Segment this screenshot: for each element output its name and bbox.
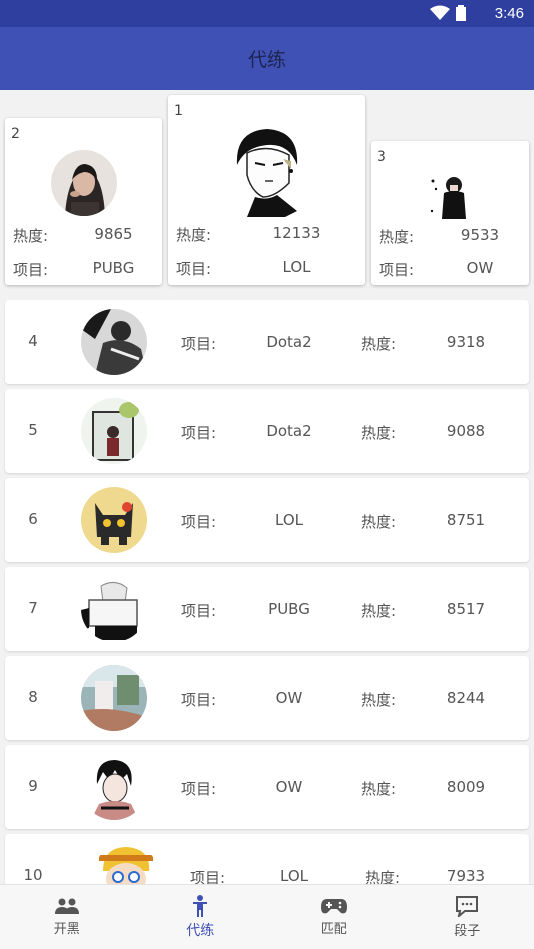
chat-icon bbox=[456, 896, 479, 917]
heat-label: 热度: bbox=[361, 691, 397, 709]
list-item[interactable]: 8 项目: OW 热度: 8244 bbox=[5, 656, 529, 740]
game-row: 项目: LOL bbox=[176, 258, 357, 279]
heat-label: 热度: bbox=[361, 780, 397, 798]
heat-label: 热度: bbox=[361, 335, 397, 353]
game-label: 项目: bbox=[181, 691, 217, 709]
avatar bbox=[81, 576, 147, 642]
heat-value: 8244 bbox=[446, 689, 486, 707]
podium-rank: 1 bbox=[174, 103, 183, 119]
game-label: 项目: bbox=[181, 513, 217, 531]
page-title: 代练 bbox=[247, 49, 286, 71]
game-label: 项目: bbox=[379, 261, 415, 279]
game-value: PUBG bbox=[268, 600, 310, 618]
nav-item-dailian[interactable]: 代练 bbox=[134, 885, 268, 949]
heat-row: 热度: 12133 bbox=[176, 224, 357, 245]
list-rank: 10 bbox=[23, 866, 43, 884]
game-value: LOL bbox=[282, 258, 311, 276]
game-value: OW bbox=[466, 259, 494, 277]
heat-value: 8009 bbox=[446, 778, 486, 796]
list-item[interactable]: 6 项目: LOL 热度: 8751 bbox=[5, 478, 529, 562]
list-rank: 7 bbox=[28, 599, 38, 617]
avatar bbox=[81, 754, 147, 820]
heat-value: 9533 bbox=[460, 226, 500, 244]
app-bar: 代练 bbox=[0, 27, 534, 90]
heat-value: 8751 bbox=[446, 511, 486, 529]
heat-value: 8517 bbox=[446, 600, 486, 618]
person-icon bbox=[193, 894, 208, 917]
list-rank: 4 bbox=[28, 332, 38, 350]
status-icons bbox=[430, 5, 466, 21]
nav-item-kaihei[interactable]: 开黑 bbox=[0, 885, 134, 949]
nav-label: 匹配 bbox=[320, 922, 347, 937]
game-value: Dota2 bbox=[266, 422, 312, 440]
heat-row: 热度: 9865 bbox=[13, 225, 154, 246]
avatar bbox=[50, 150, 117, 216]
avatar bbox=[224, 125, 309, 217]
avatar bbox=[81, 487, 147, 553]
game-value: LOL bbox=[275, 511, 303, 529]
heat-value: 9865 bbox=[94, 225, 133, 243]
game-label: 项目: bbox=[181, 335, 217, 353]
list-item[interactable]: 9 项目: OW 热度: 8009 bbox=[5, 745, 529, 829]
nav-label: 段子 bbox=[454, 924, 481, 939]
status-bar: 3:46 bbox=[0, 0, 534, 27]
list-rank: 5 bbox=[28, 421, 38, 439]
heat-label: 热度: bbox=[361, 602, 397, 620]
heat-value: 12133 bbox=[272, 224, 321, 242]
gamepad-icon bbox=[320, 899, 347, 914]
podium-card-rank-3[interactable]: 3 热度: 9533 项目: OW bbox=[371, 141, 529, 285]
nav-label: 代练 bbox=[186, 922, 215, 939]
list-item[interactable]: 7 项目: PUBG 热度: 8517 bbox=[5, 567, 529, 651]
heat-value: 9088 bbox=[446, 422, 486, 440]
game-label: 项目: bbox=[181, 602, 217, 620]
game-value: OW bbox=[275, 778, 303, 796]
game-row: 项目: PUBG bbox=[13, 259, 154, 280]
list-rank: 6 bbox=[28, 510, 38, 528]
heat-row: 热度: 9533 bbox=[379, 226, 521, 247]
game-label: 项目: bbox=[176, 260, 212, 278]
bottom-nav: 开黑 代练 匹配 段子 bbox=[0, 884, 534, 949]
avatar bbox=[81, 309, 147, 375]
game-value: Dota2 bbox=[266, 333, 312, 351]
heat-value: 7933 bbox=[446, 867, 486, 885]
podium-card-rank-2[interactable]: 2 热度: 9865 项目: PUBG bbox=[5, 118, 162, 285]
nav-item-duanzi[interactable]: 段子 bbox=[401, 885, 534, 949]
podium-card-rank-1[interactable]: 1 热度: 12133 项目: LOL bbox=[168, 95, 365, 285]
nav-label: 开黑 bbox=[53, 922, 80, 937]
podium-rank: 2 bbox=[11, 126, 20, 142]
group-icon bbox=[54, 898, 79, 914]
game-value: PUBG bbox=[92, 259, 135, 277]
avatar bbox=[81, 398, 147, 464]
heat-label: 热度: bbox=[361, 513, 397, 531]
podium-rank: 3 bbox=[377, 149, 386, 165]
wifi-icon bbox=[430, 5, 450, 20]
battery-icon bbox=[456, 5, 466, 21]
nav-item-pipei[interactable]: 匹配 bbox=[267, 885, 401, 949]
game-value: LOL bbox=[280, 867, 308, 885]
game-label: 项目: bbox=[13, 261, 49, 279]
heat-label: 热度: bbox=[379, 228, 415, 246]
status-time: 3:46 bbox=[494, 5, 524, 22]
game-label: 项目: bbox=[181, 424, 217, 442]
list-item[interactable]: 5 项目: Dota2 热度: 9088 bbox=[5, 389, 529, 473]
avatar bbox=[426, 171, 474, 221]
game-value: OW bbox=[275, 689, 303, 707]
avatar bbox=[81, 665, 147, 731]
list-item[interactable]: 4 项目: Dota2 热度: 9318 bbox=[5, 300, 529, 384]
game-label: 项目: bbox=[181, 780, 217, 798]
list-rank: 9 bbox=[28, 777, 38, 795]
heat-label: 热度: bbox=[176, 226, 212, 244]
heat-label: 热度: bbox=[13, 227, 49, 245]
game-row: 项目: OW bbox=[379, 259, 521, 280]
list-rank: 8 bbox=[28, 688, 38, 706]
heat-value: 9318 bbox=[446, 333, 486, 351]
heat-label: 热度: bbox=[361, 424, 397, 442]
